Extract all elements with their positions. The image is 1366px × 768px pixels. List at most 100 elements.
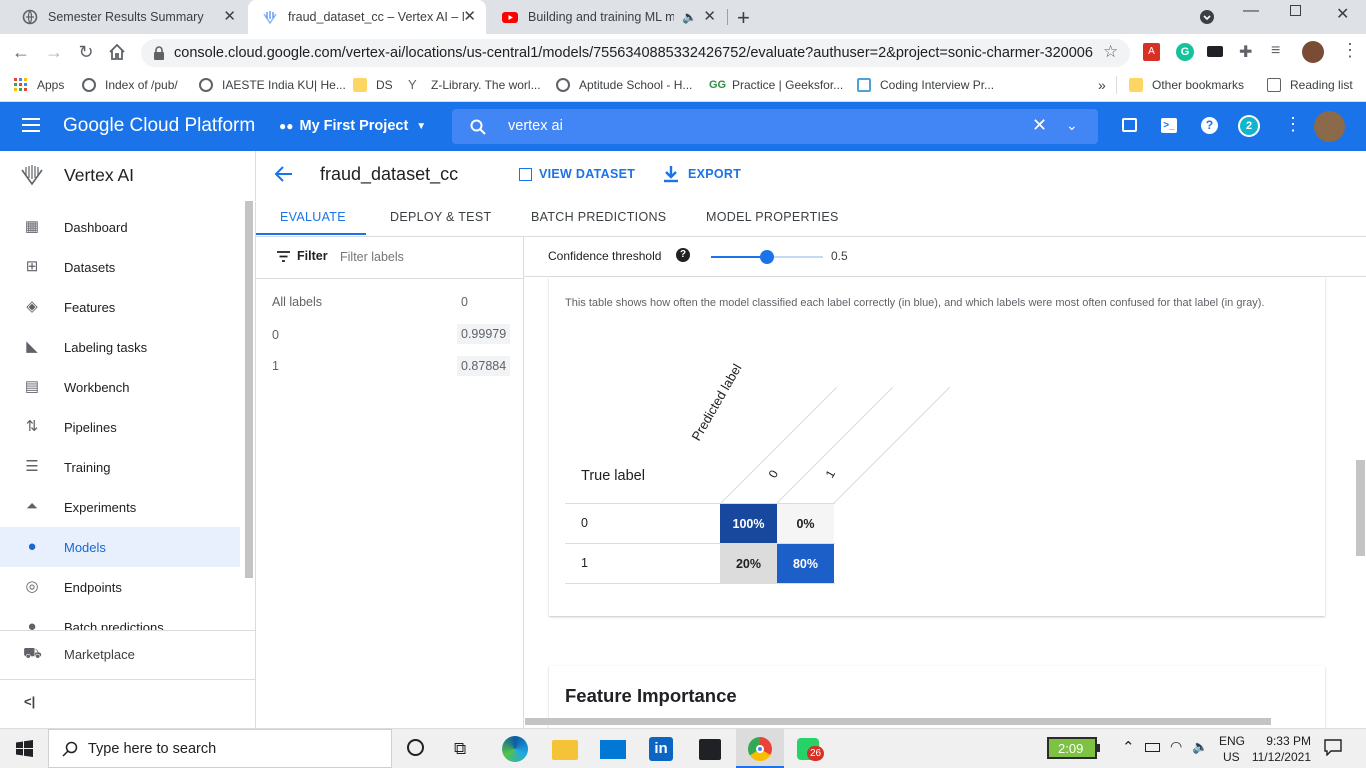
bookmark-reading-list[interactable]: Reading list [1267,76,1353,94]
search-input[interactable]: vertex ai ✕ ⌄ [452,109,1098,144]
help-icon[interactable]: ? [1201,117,1218,134]
cortana-icon[interactable] [407,739,424,756]
reload-icon[interactable]: ↻ [76,42,96,62]
cloud-shell-icon[interactable]: >_ [1161,118,1177,133]
bookmark-coding-interview[interactable]: Coding Interview Pr... [857,76,994,94]
bookmark-other[interactable]: Other bookmarks [1129,76,1244,94]
bookmark-aptitude[interactable]: Aptitude School - H... [556,76,692,94]
forward-icon[interactable]: → [44,42,64,62]
sidebar-item-pipelines[interactable]: ⇅ Pipelines [0,407,240,447]
taskbar-search-input[interactable]: Type here to search [48,729,392,768]
notifications-badge[interactable]: 2 [1238,115,1260,137]
label-value: 0 [461,295,468,309]
sidebar-item-experiments[interactable]: ⏶ Experiments [0,487,240,527]
battery-icon[interactable] [1145,743,1160,752]
close-icon[interactable]: ✕ [223,9,236,25]
window-close-icon[interactable]: ✕ [1336,4,1349,24]
tab-model-properties[interactable]: MODEL PROPERTIES [706,210,839,224]
sidebar-item-models[interactable]: ● Models [0,527,240,567]
tab-search-icon[interactable] [1199,9,1215,25]
clear-icon[interactable]: ✕ [1032,115,1047,136]
tab-batch-predictions[interactable]: BATCH PREDICTIONS [531,210,666,224]
windows-start-icon[interactable] [16,740,33,757]
battery-indicator[interactable]: 2:09 [1047,737,1097,759]
bookmark-geeksforgeeks[interactable]: GG Practice | Geeksfor... [709,76,843,94]
sidebar-item-marketplace[interactable]: ⛟ Marketplace [0,634,240,674]
restore-icon[interactable] [1290,5,1301,16]
bookmark-index-pub[interactable]: Index of /pub/ [82,76,178,94]
back-icon[interactable]: ← [11,42,31,62]
extensions-icon[interactable]: ✚ [1239,42,1252,62]
collapse-sidebar-icon[interactable]: <| [24,694,35,709]
project-name: My First Project [299,118,409,134]
browser-tab-youtube[interactable]: Building and training ML mo 🔈 ✕ [488,0,726,34]
project-selector[interactable]: ●● My First Project ▼ [279,118,426,134]
reading-list-icon[interactable]: ≡ [1271,42,1280,60]
slider-thumb[interactable] [760,250,774,264]
bookmark-zlibrary[interactable]: Y Z-Library. The worl... [408,76,541,94]
gift-icon[interactable] [1122,118,1137,132]
bookmark-star-icon[interactable]: ☆ [1103,42,1118,62]
pdf-extension-icon[interactable]: A [1143,43,1160,61]
browser-tab-semester[interactable]: Semester Results Summary ✕ [8,0,246,34]
minimize-icon[interactable]: — [1243,2,1259,20]
label-name[interactable]: All labels [272,295,322,309]
sidebar-item-labeling-tasks[interactable]: ◣ Labeling tasks [0,327,240,367]
export-button[interactable]: EXPORT [663,165,741,183]
back-arrow-icon[interactable] [274,165,294,183]
label-name[interactable]: 1 [272,359,279,373]
chevron-down-icon[interactable]: ⌄ [1066,117,1078,134]
mail-icon[interactable] [600,740,626,759]
filter-button[interactable]: Filter [277,249,328,263]
language-indicator[interactable]: ENG US [1219,733,1245,765]
more-vert-icon[interactable]: ⋮ [1284,114,1302,135]
volume-icon[interactable]: 🔈 [1192,739,1208,755]
profile-avatar[interactable] [1302,41,1324,63]
help-circle-icon[interactable]: ? [676,248,690,262]
tab-deploy-test[interactable]: DEPLOY & TEST [390,210,491,224]
view-dataset-button[interactable]: VIEW DATASET [519,167,635,181]
bookmark-ds[interactable]: DS [353,76,393,94]
tab-evaluate[interactable]: EVALUATE [280,210,346,224]
menu-icon[interactable] [22,118,40,132]
bookmark-apps[interactable]: Apps [14,76,64,94]
sidebar-item-training[interactable]: ☰ Training [0,447,240,487]
new-tab-button[interactable]: + [737,5,750,31]
keyboard-extension-icon[interactable] [1207,46,1223,57]
browser-tab-vertex[interactable]: fraud_dataset_cc – Vertex AI – My ✕ [248,0,486,34]
edge-icon[interactable] [502,736,528,762]
sidebar-scrollbar[interactable] [245,201,253,578]
content-vertical-scrollbar[interactable] [1356,460,1365,556]
chevron-up-icon[interactable]: ⌃ [1122,738,1135,756]
home-icon[interactable] [108,43,126,61]
sidebar-item-dashboard[interactable]: ▦ Dashboard [0,207,240,247]
address-bar[interactable]: console.cloud.google.com/vertex-ai/locat… [141,39,1130,67]
content-horizontal-scrollbar[interactable] [525,718,1271,725]
task-view-icon[interactable]: ⧉ [454,739,466,759]
sidebar-item-batch-predictions[interactable]: ● Batch predictions [0,607,240,630]
close-icon[interactable]: ✕ [703,9,716,25]
bookmarks-overflow[interactable]: » [1098,76,1106,94]
gcp-title[interactable]: Google Cloud Platform [63,115,255,137]
sidebar-item-workbench[interactable]: ▤ Workbench [0,367,240,407]
lightbulb-icon: ● [27,538,37,555]
clock[interactable]: 9:33 PM 11/12/2021 [1251,733,1311,765]
label-name[interactable]: 0 [272,328,279,342]
bookmark-iaeste[interactable]: IAESTE India KU| He... [199,76,346,94]
chrome-menu-icon[interactable]: ⋮ [1341,40,1359,61]
sidebar-item-endpoints[interactable]: ◎ Endpoints [0,567,240,607]
sidebar-item-datasets[interactable]: ⊞ Datasets [0,247,240,287]
sidebar-item-features[interactable]: ◈ Features [0,287,240,327]
confidence-slider[interactable] [711,249,823,265]
linkedin-icon[interactable]: in [649,737,673,761]
file-explorer-icon[interactable] [552,740,578,760]
filter-labels-input[interactable] [340,248,510,266]
account-avatar[interactable] [1314,111,1345,142]
wifi-icon[interactable]: ◠ [1170,738,1182,755]
sidebar-item-label: Workbench [64,379,130,395]
confidence-value: 0.5 [831,249,848,263]
store-icon[interactable] [699,739,721,760]
grammarly-icon[interactable]: G [1176,43,1194,61]
notification-center-icon[interactable] [1324,739,1342,756]
close-icon[interactable]: ✕ [463,9,476,25]
